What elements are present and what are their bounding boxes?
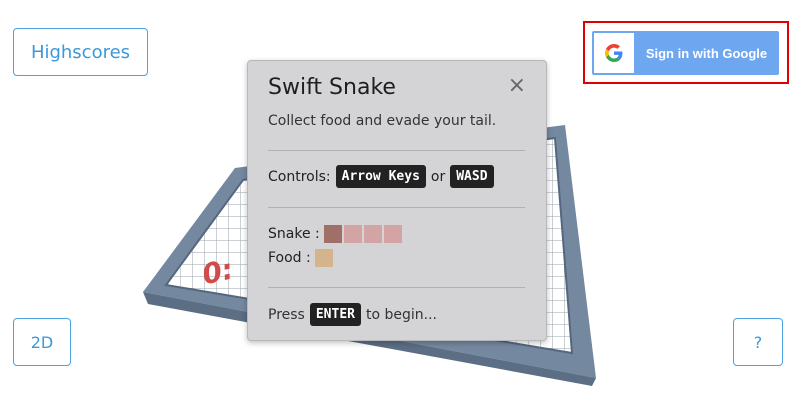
wasd-key: WASD: [450, 165, 494, 188]
snake-legend: Snake :: [268, 225, 403, 243]
modal-title: Swift Snake: [268, 75, 396, 100]
begin-text: to begin...: [366, 306, 438, 323]
help-button[interactable]: ?: [733, 318, 783, 366]
snake-body-swatch: [343, 225, 362, 243]
modal-subtitle: Collect food and evade your tail.: [268, 113, 497, 129]
close-icon[interactable]: ×: [508, 75, 526, 97]
google-signin-button[interactable]: Sign in with Google: [592, 31, 779, 75]
google-g-icon: [605, 44, 623, 62]
press-text: Press: [268, 306, 305, 323]
instructions-modal: Swift Snake × Collect food and evade you…: [247, 60, 547, 341]
toggle-2d-button[interactable]: 2D: [13, 318, 71, 366]
controls-label: Controls:: [268, 168, 331, 185]
food-legend: Food :: [268, 249, 334, 267]
google-logo-container: [594, 33, 634, 73]
food-label: Food :: [268, 250, 311, 266]
divider: [268, 207, 525, 208]
enter-key: ENTER: [309, 303, 361, 326]
press-enter-row: Press ENTER to begin...: [268, 303, 437, 326]
food-swatch: [314, 249, 333, 267]
google-signin-label: Sign in with Google: [645, 45, 768, 61]
snake-label: Snake :: [268, 226, 320, 242]
controls-row: Controls: Arrow Keys or WASD: [268, 165, 494, 188]
divider: [268, 287, 525, 288]
arrow-keys-key: Arrow Keys: [335, 165, 426, 188]
snake-body-swatch: [383, 225, 402, 243]
highscores-button[interactable]: Highscores: [13, 28, 148, 76]
divider: [268, 150, 525, 151]
snake-body-swatch: [363, 225, 382, 243]
snake-head-swatch: [323, 225, 342, 243]
or-text: or: [430, 168, 446, 185]
